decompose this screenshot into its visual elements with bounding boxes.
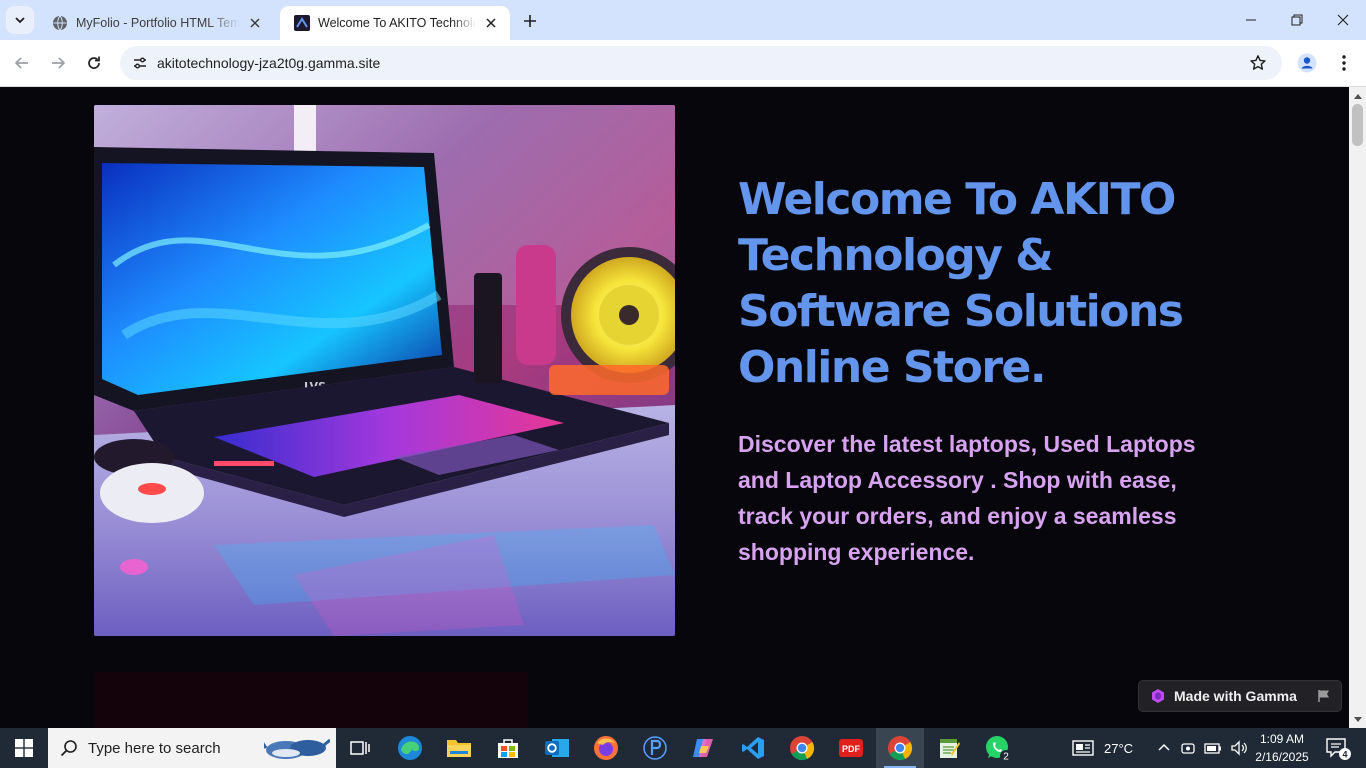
- pdf-icon: PDF: [839, 739, 863, 757]
- forward-button[interactable]: [43, 48, 73, 78]
- whatsapp-badge-count: 2: [1003, 752, 1009, 763]
- tab-akito[interactable]: Welcome To AKITO Technology & Software S…: [280, 6, 510, 40]
- close-tab-icon[interactable]: [482, 14, 500, 32]
- taskbar-file-explorer[interactable]: [435, 728, 483, 768]
- reload-icon: [88, 56, 100, 69]
- taskbar-search-box[interactable]: Type here to search: [48, 728, 336, 768]
- hero-laptop-image: LVS: [94, 105, 675, 636]
- flag-icon[interactable]: [1317, 689, 1331, 703]
- web-page: LVS Welcome To AKITO Technology & S: [0, 88, 1349, 728]
- taskbar-chrome-active[interactable]: [876, 728, 924, 768]
- minimize-icon: [1246, 19, 1256, 21]
- next-section-card: [94, 672, 528, 728]
- taskbar-store[interactable]: [484, 728, 532, 768]
- windows-taskbar: Type here to search PDF 2 27°C 1:09 AM 2…: [0, 728, 1366, 768]
- plus-icon: [524, 15, 536, 27]
- taskbar-copilot[interactable]: [680, 728, 728, 768]
- svg-text:PDF: PDF: [842, 744, 861, 754]
- taskbar-vscode[interactable]: [729, 728, 777, 768]
- taskbar-firefox[interactable]: [582, 728, 630, 768]
- start-button[interactable]: [0, 728, 48, 768]
- arrow-left-icon: [14, 57, 28, 69]
- url-text: akitotechnology-jza2t0g.gamma.site: [157, 55, 381, 71]
- tab-title: MyFolio - Portfolio HTML Template: [76, 16, 240, 30]
- bookmark-star-icon[interactable]: [1248, 53, 1268, 73]
- action-center-button[interactable]: 4: [1318, 728, 1358, 768]
- windows-logo-icon: [15, 739, 33, 757]
- show-hidden-icons-chevron-icon[interactable]: [1156, 740, 1172, 756]
- p-app-icon: [643, 736, 667, 760]
- task-view-icon: [350, 741, 370, 755]
- tab-title: Welcome To AKITO Technology & Software S…: [318, 16, 476, 30]
- tab-bar: MyFolio - Portfolio HTML Template Welcom…: [0, 0, 1366, 40]
- task-view-button[interactable]: [336, 728, 384, 768]
- volume-icon[interactable]: [1230, 740, 1248, 756]
- folder-icon: [447, 740, 471, 757]
- browser-toolbar: akitotechnology-jza2t0g.gamma.site: [0, 40, 1366, 87]
- close-tab-icon[interactable]: [246, 14, 264, 32]
- edge-icon: [398, 736, 422, 760]
- scrollbar-thumb[interactable]: [1352, 104, 1363, 146]
- profile-avatar-icon: [1297, 53, 1317, 73]
- hero-description: Discover the latest laptops, Used Laptop…: [738, 431, 1196, 565]
- news-weather-icon: [1072, 740, 1094, 756]
- taskbar-notepad[interactable]: [925, 728, 973, 768]
- whales-search-highlight-icon: [264, 738, 330, 759]
- made-with-gamma-badge[interactable]: Made with Gamma: [1138, 680, 1342, 712]
- firefox-icon: [594, 736, 618, 760]
- chevron-down-icon: [15, 17, 25, 24]
- notification-count: 4: [1342, 750, 1347, 760]
- chrome-icon: [888, 736, 913, 761]
- minimize-button[interactable]: [1228, 0, 1274, 40]
- site-settings-icon[interactable]: [128, 51, 152, 75]
- scroll-up-arrow-icon[interactable]: [1349, 87, 1366, 104]
- more-vertical-icon: [1342, 55, 1346, 71]
- badge-label: Made with Gamma: [1174, 688, 1297, 704]
- whatsapp-icon: 2: [986, 736, 1012, 763]
- weather-widget[interactable]: 27°C: [1072, 728, 1133, 768]
- taskbar-chrome[interactable]: [778, 728, 826, 768]
- vscode-icon: [742, 737, 764, 759]
- scroll-down-arrow-icon[interactable]: [1349, 711, 1366, 728]
- taskbar-app-p[interactable]: [631, 728, 679, 768]
- weather-temp: 27°C: [1104, 740, 1134, 756]
- tab-myfolio[interactable]: MyFolio - Portfolio HTML Template: [38, 6, 274, 40]
- back-button[interactable]: [7, 48, 37, 78]
- system-tray: [1156, 728, 1248, 768]
- gamma-logo-icon: [1152, 689, 1164, 703]
- new-tab-button[interactable]: [518, 9, 542, 33]
- search-placeholder: Type here to search: [88, 739, 221, 757]
- restore-button[interactable]: [1274, 0, 1320, 40]
- hero-title: Welcome To AKITO Technology & Software S…: [738, 174, 1184, 393]
- arrow-right-icon: [52, 57, 66, 69]
- close-icon: [1337, 14, 1349, 26]
- taskbar-pdf-reader[interactable]: PDF: [827, 728, 875, 768]
- taskbar-edge[interactable]: [386, 728, 434, 768]
- notifications-icon: 4: [1326, 738, 1351, 760]
- akito-favicon-icon: [294, 15, 310, 31]
- profile-button[interactable]: [1292, 48, 1322, 78]
- notepad-icon: [940, 739, 960, 758]
- chrome-icon: [790, 736, 815, 761]
- reload-button[interactable]: [79, 48, 109, 78]
- taskbar-whatsapp[interactable]: 2: [974, 728, 1022, 768]
- address-bar[interactable]: akitotechnology-jza2t0g.gamma.site: [120, 46, 1282, 80]
- menu-button[interactable]: [1329, 48, 1359, 78]
- outlook-icon: [545, 739, 569, 757]
- page-scrollbar[interactable]: [1349, 87, 1366, 728]
- restore-icon: [1291, 14, 1303, 26]
- copilot-icon: [693, 739, 713, 757]
- store-icon: [498, 739, 518, 758]
- clock-date: 2/16/2025: [1255, 750, 1309, 764]
- taskbar-outlook[interactable]: [533, 728, 581, 768]
- clock-time: 1:09 AM: [1259, 732, 1305, 746]
- close-window-button[interactable]: [1320, 0, 1366, 40]
- meet-now-icon[interactable]: [1180, 740, 1196, 756]
- globe-icon: [52, 15, 68, 31]
- tab-search-button[interactable]: [6, 6, 34, 34]
- battery-icon[interactable]: [1204, 740, 1222, 756]
- taskbar-clock[interactable]: 1:09 AM 2/16/2025: [1252, 730, 1312, 766]
- search-icon: [60, 740, 77, 757]
